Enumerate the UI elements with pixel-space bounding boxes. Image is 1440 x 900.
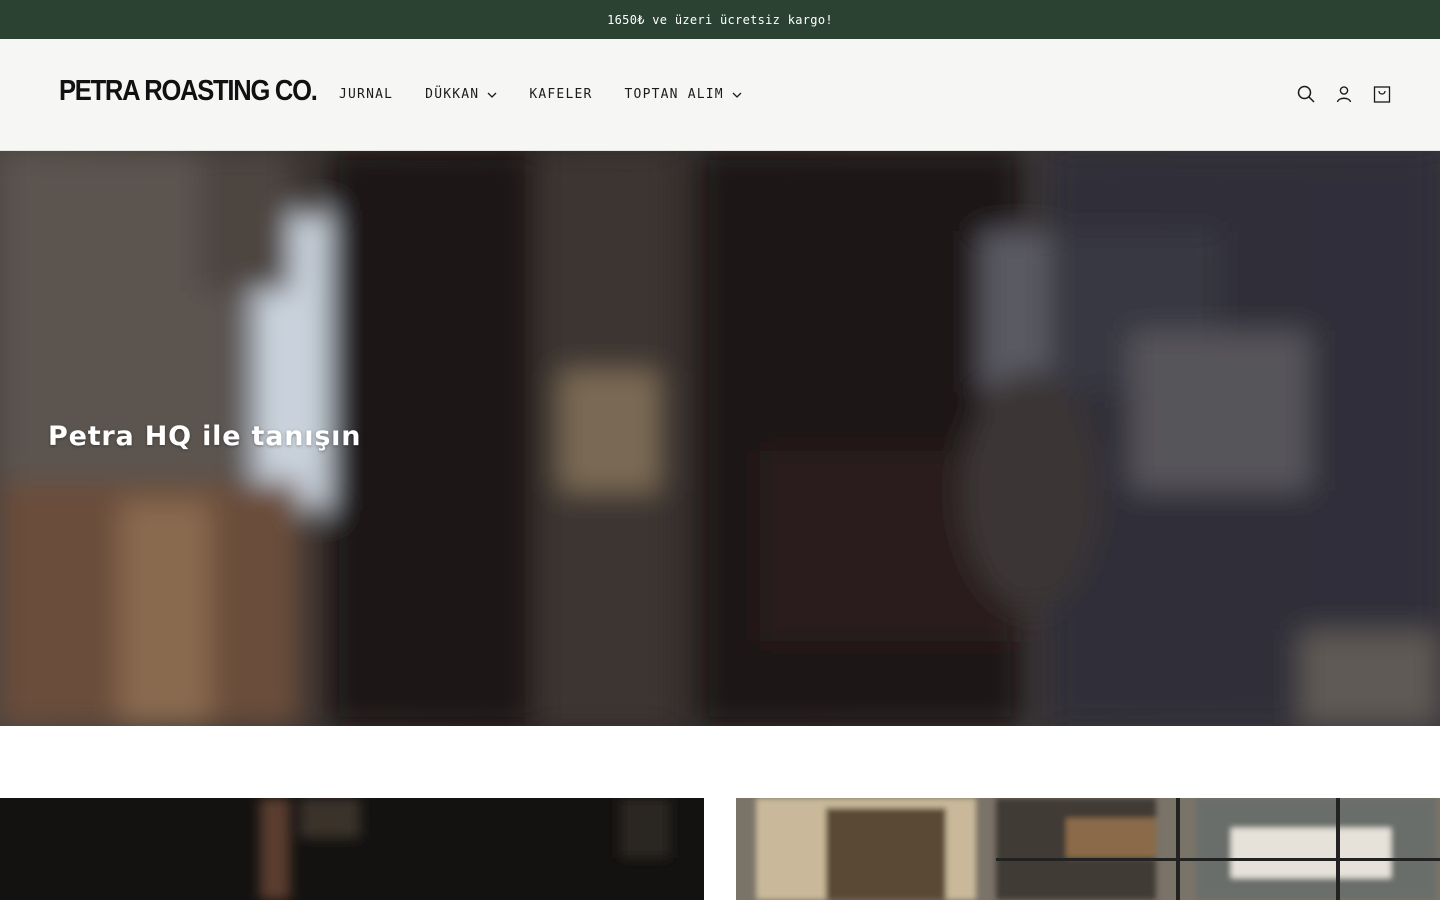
cart-icon[interactable] [1372,84,1392,104]
nav-item-dukkan[interactable]: DÜKKAN [425,87,497,102]
header-icons [1278,84,1392,104]
hero-title: Petra HQ ile tanışın [48,421,362,452]
account-icon[interactable] [1334,84,1354,104]
nav-item-label: JURNAL [339,87,394,102]
chevron-down-icon [732,90,742,100]
announcement-bar: 1650₺ ve üzeri ücretsiz kargo! [0,0,1440,39]
announcement-text: 1650₺ ve üzeri ücretsiz kargo! [607,12,833,27]
chevron-down-icon [487,90,497,100]
feature-image [736,798,1440,900]
nav-item-label: TOPTAN ALIM [624,87,724,102]
feature-tile-left[interactable] [0,798,704,900]
nav-item-label: KAFELER [529,87,593,102]
hero-banner[interactable]: Petra HQ ile tanışın [0,151,1440,726]
search-icon[interactable] [1296,84,1316,104]
nav-item-label: DÜKKAN [425,87,480,102]
nav-item-toptan-alim[interactable]: TOPTAN ALIM [625,87,742,102]
nav-item-jurnal[interactable]: JURNAL [339,87,393,102]
site-header: PETRA ROASTING CO. JURNAL DÜKKAN KAFELER… [0,39,1440,151]
feature-tile-right[interactable] [736,798,1440,900]
feature-image [0,798,704,900]
nav-item-kafeler[interactable]: KAFELER [529,87,592,102]
logo[interactable]: PETRA ROASTING CO. [59,75,318,108]
main-nav: JURNAL DÜKKAN KAFELER TOPTAN ALIM [339,87,774,102]
